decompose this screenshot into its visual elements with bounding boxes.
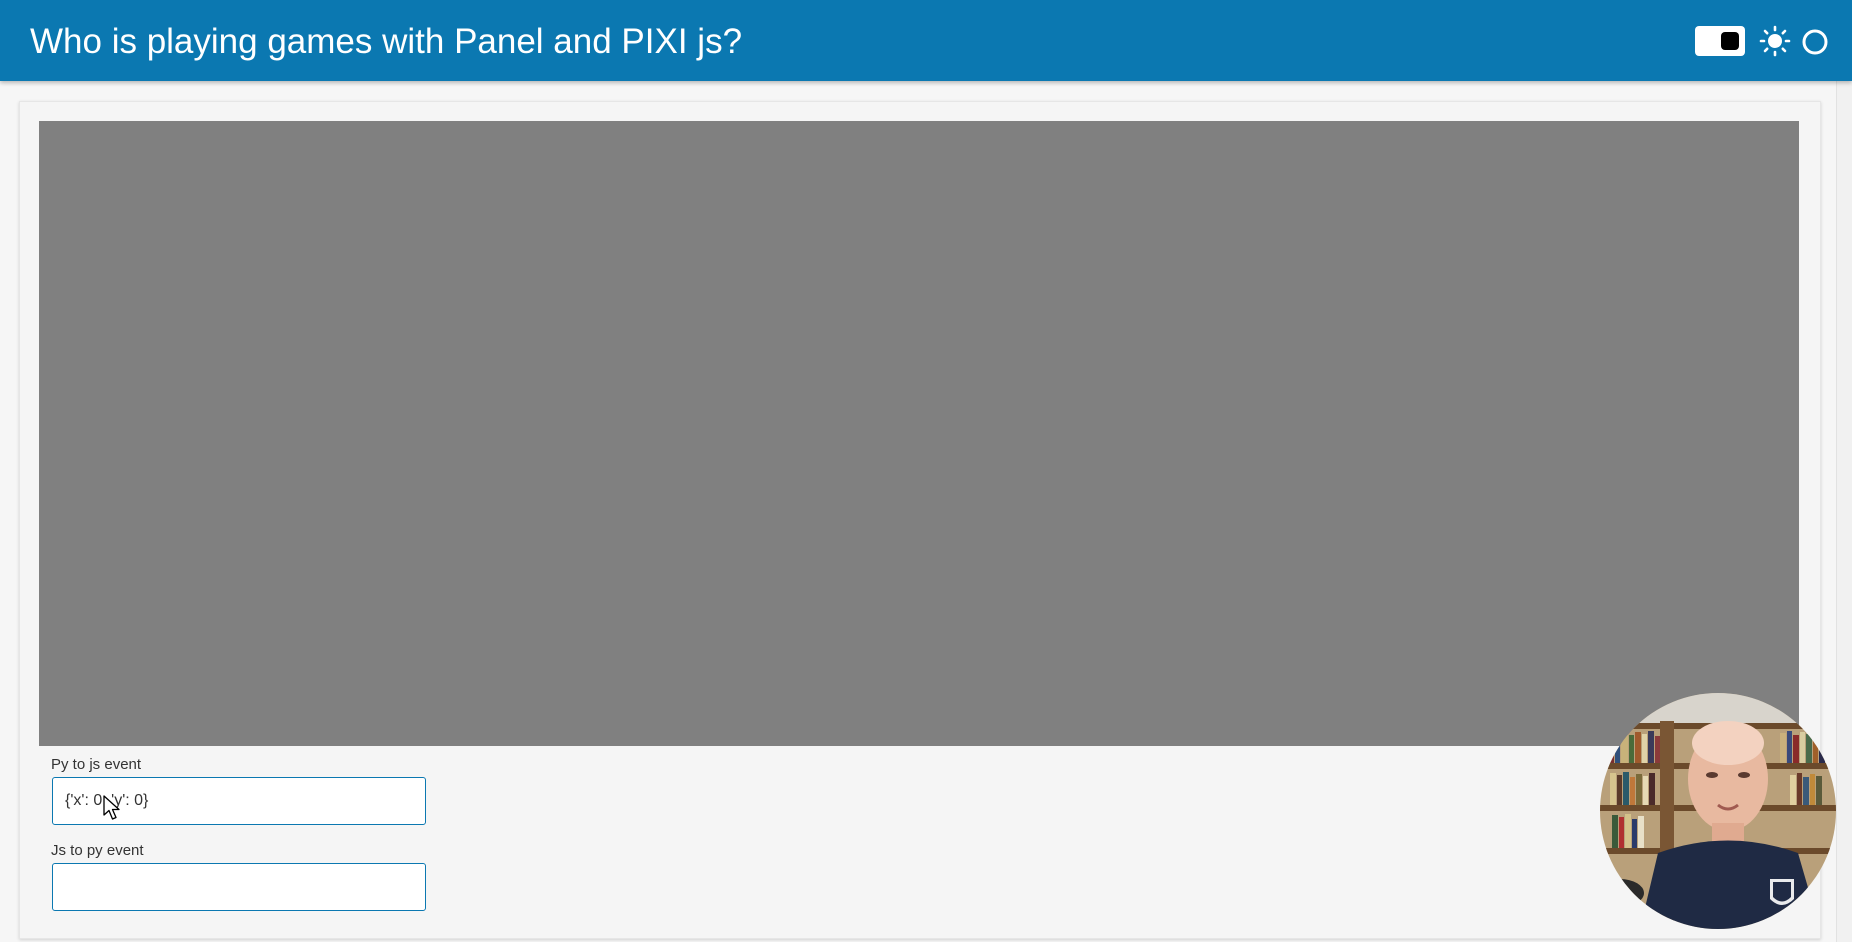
app-header: Who is playing games with Panel and PIXI… — [0, 0, 1852, 81]
page-scrollbar[interactable] — [1836, 81, 1852, 942]
js-to-py-label: Js to py event — [51, 842, 144, 859]
theme-toggle-icon[interactable] — [1695, 26, 1745, 56]
app-title: Who is playing games with Panel and PIXI… — [30, 22, 743, 61]
js-to-py-input[interactable] — [52, 863, 426, 911]
pixi-canvas[interactable] — [39, 121, 1799, 746]
theme-toggle-knob — [1721, 32, 1739, 50]
busy-indicator-icon — [1802, 29, 1828, 55]
presenter-webcam-avatar — [1600, 693, 1836, 929]
py-to-js-label: Py to js event — [51, 756, 142, 773]
mouse-cursor-icon — [103, 795, 120, 820]
sun-icon[interactable] — [1759, 25, 1791, 57]
